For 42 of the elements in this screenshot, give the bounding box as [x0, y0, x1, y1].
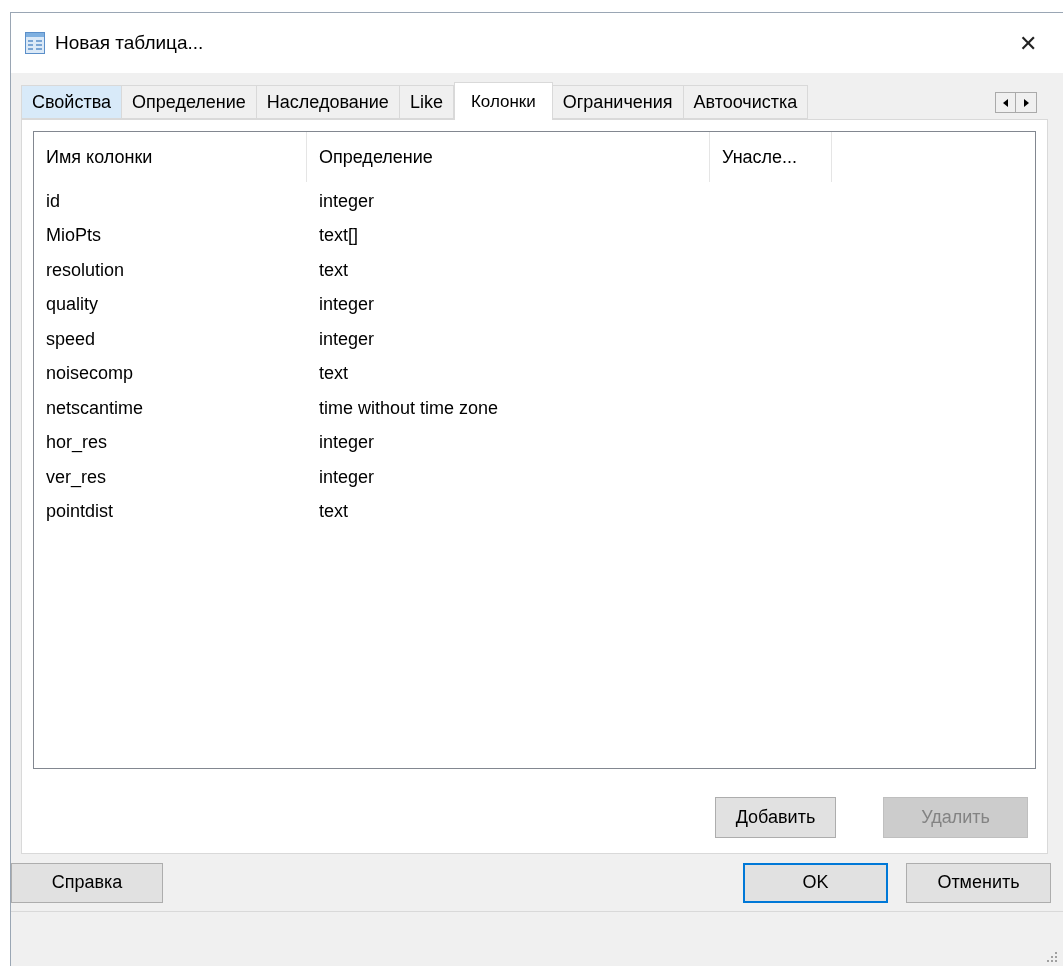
table-cell-text: integer: [318, 431, 376, 455]
table-cell-text: integer: [318, 327, 376, 351]
column-header[interactable]: Унасле...: [710, 132, 832, 182]
table-cell-text: id: [45, 189, 61, 213]
scroll-right-button[interactable]: [1016, 92, 1037, 113]
table-icon: [25, 32, 45, 54]
table-cell-text: integer: [318, 189, 376, 213]
left-arrow-icon: [1003, 98, 1008, 107]
table-cell-text: text[]: [318, 224, 359, 248]
table-cell-text: time without time zone: [318, 396, 500, 420]
table-cell-text: integer: [318, 293, 376, 317]
table-cell-text: text: [318, 362, 349, 386]
table-cell-text: noisecomp: [45, 362, 135, 386]
tab[interactable]: Определение: [122, 85, 257, 119]
dialog-button[interactable]: Отменить: [906, 862, 1051, 903]
tab[interactable]: Автоочистка: [683, 85, 809, 119]
table-cell-text: MioPts: [45, 224, 102, 248]
tab[interactable]: Колонки: [453, 82, 553, 120]
right-arrow-icon: [1023, 98, 1029, 107]
table-cell-text: pointdist: [45, 500, 115, 524]
dialog-button[interactable]: OK: [743, 862, 888, 903]
table-cell-text: resolution: [45, 258, 126, 282]
resize-grip-icon[interactable]: [1047, 952, 1057, 962]
tab[interactable]: Like: [399, 85, 454, 119]
window-title: Новая таблица...: [55, 30, 204, 55]
close-button[interactable]: ✕: [1013, 28, 1043, 58]
table-cell-text: netscantime: [45, 396, 145, 420]
panel-button[interactable]: Добавить: [715, 797, 836, 838]
help-button[interactable]: Справка: [11, 862, 163, 903]
table-cell-text: ver_res: [45, 465, 108, 490]
table-cell-text: hor_res: [45, 431, 109, 455]
table-cell-text: speed: [45, 327, 97, 351]
table-cell-text: quality: [45, 293, 100, 317]
table-cell-text: integer: [318, 465, 376, 489]
tab[interactable]: Свойства: [21, 85, 123, 119]
tab[interactable]: Ограничения: [552, 85, 684, 119]
column-header[interactable]: Определение: [307, 132, 710, 182]
column-header[interactable]: Имя колонки: [34, 132, 307, 182]
table-cell-text: text: [318, 500, 349, 524]
table-cell-text: text: [318, 258, 349, 282]
tab[interactable]: Наследование: [256, 85, 400, 119]
scroll-left-button[interactable]: [995, 92, 1016, 113]
